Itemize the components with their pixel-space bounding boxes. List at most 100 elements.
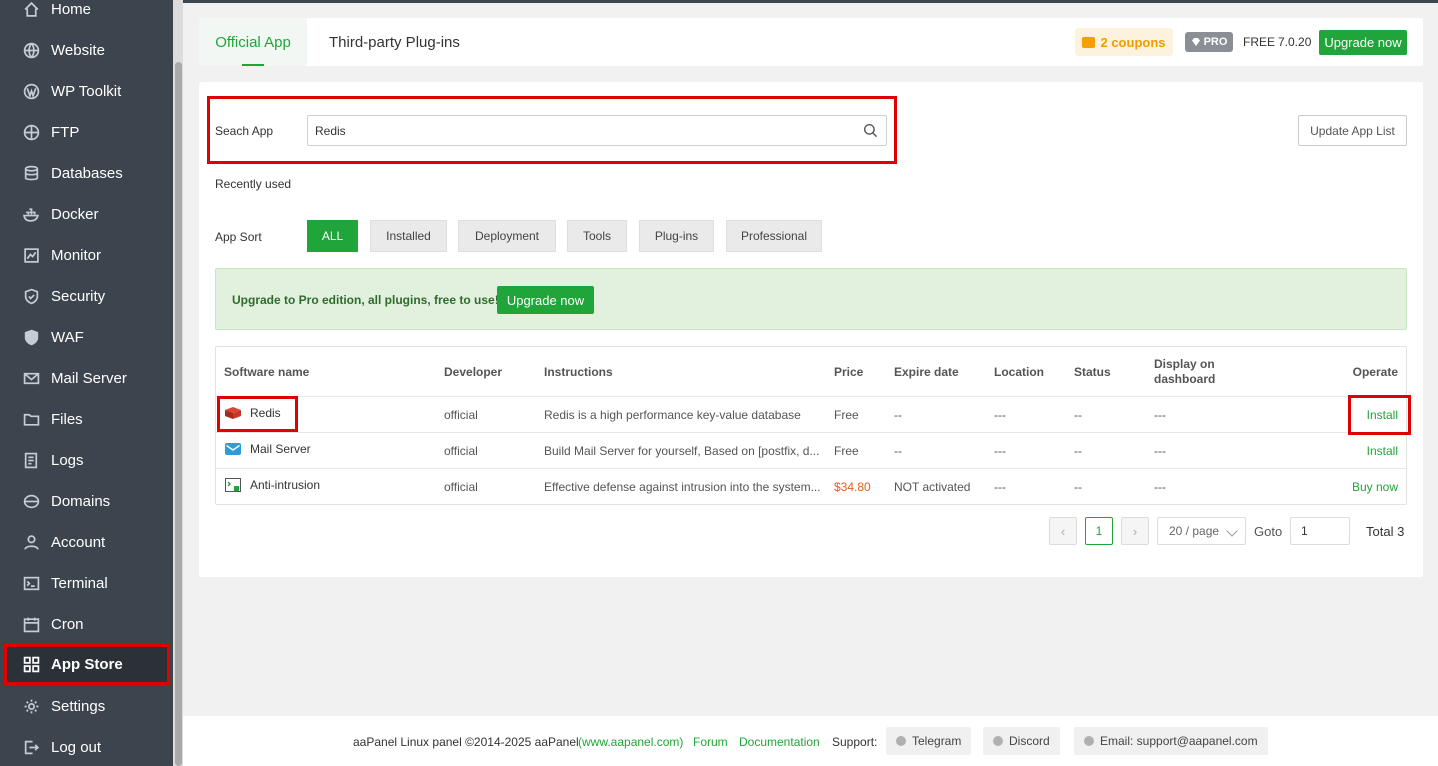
sidebar-item-label: WAF xyxy=(51,329,84,346)
sidebar-item-label: Terminal xyxy=(51,575,108,592)
sidebar-item-cron[interactable]: Cron xyxy=(4,604,170,645)
sidebar-item-domains[interactable]: Domains xyxy=(4,481,170,522)
tab-label: Official App xyxy=(215,33,291,51)
calendar-icon xyxy=(22,616,40,634)
column-header-developer: Developer xyxy=(444,365,503,379)
tab-official-app[interactable]: Official App xyxy=(199,18,307,66)
sidebar-item-logs[interactable]: Logs xyxy=(4,440,170,481)
update-app-list-button[interactable]: Update App List xyxy=(1298,115,1407,146)
pro-badge[interactable]: PRO xyxy=(1185,32,1233,52)
sidebar-item-website[interactable]: Website xyxy=(4,30,170,71)
software-name-cell: Mail Server xyxy=(224,431,311,467)
sidebar-scrollbar-thumb[interactable] xyxy=(175,62,182,766)
display-cell: --- xyxy=(1154,480,1166,494)
recently-used-label: Recently used xyxy=(215,177,292,191)
sidebar-item-label: Log out xyxy=(51,739,102,756)
sidebar-item-wp-toolkit[interactable]: WP Toolkit xyxy=(4,71,170,112)
page-size-select[interactable]: 20 / page xyxy=(1157,517,1246,545)
sort-professional-button[interactable]: Professional xyxy=(726,220,822,252)
sidebar-item-monitor[interactable]: Monitor xyxy=(4,235,170,276)
pro-label: PRO xyxy=(1203,36,1228,48)
coupons-label: 2 coupons xyxy=(1100,34,1166,50)
terminal-icon xyxy=(22,575,40,593)
price-cell: Free xyxy=(834,444,859,458)
tab-third-party-plugins[interactable]: Third-party Plug-ins xyxy=(329,18,460,66)
sidebar-item-security[interactable]: Security xyxy=(4,276,170,317)
chevron-down-icon xyxy=(1226,525,1238,537)
upgrade-now-button[interactable]: Upgrade now xyxy=(1319,30,1407,55)
footer-forum-link[interactable]: Forum xyxy=(693,735,728,749)
software-name: Mail Server xyxy=(250,442,311,456)
sidebar-item-label: Logs xyxy=(51,452,84,469)
sidebar-item-settings[interactable]: Settings xyxy=(4,686,170,727)
table-row[interactable]: Anti-intrusion official Effective defens… xyxy=(216,468,1406,504)
location-cell: --- xyxy=(994,444,1006,458)
footer-discord-button[interactable]: Discord xyxy=(983,727,1060,755)
price-cell: $34.80 xyxy=(834,480,871,494)
developer-cell: official xyxy=(444,408,478,422)
sidebar-item-label: FTP xyxy=(51,124,80,141)
footer-site-link[interactable]: (www.aapanel.com) xyxy=(578,735,683,749)
app-table: Software name Developer Instructions Pri… xyxy=(215,346,1407,505)
column-header-operate: Operate xyxy=(1352,365,1398,379)
discord-icon xyxy=(993,736,1003,746)
wordpress-icon xyxy=(22,83,40,101)
sidebar-item-ftp[interactable]: FTP xyxy=(4,112,170,153)
promo-upgrade-button[interactable]: Upgrade now xyxy=(497,286,594,314)
buy-now-button[interactable]: Buy now xyxy=(1352,469,1398,505)
column-header-status: Status xyxy=(1074,365,1111,379)
sort-plugins-button[interactable]: Plug-ins xyxy=(639,220,714,252)
sidebar-item-mail-server[interactable]: Mail Server xyxy=(4,358,170,399)
sidebar-item-label: Mail Server xyxy=(51,370,127,387)
mail-icon xyxy=(22,370,40,388)
footer-email-button[interactable]: Email: support@aapanel.com xyxy=(1074,727,1268,755)
next-page-button[interactable]: › xyxy=(1121,517,1149,545)
install-button[interactable]: Install xyxy=(1367,433,1398,469)
monitor-icon xyxy=(22,247,40,265)
sidebar-item-log-out[interactable]: Log out xyxy=(4,727,170,766)
sidebar-item-terminal[interactable]: Terminal xyxy=(4,563,170,604)
sidebar-item-waf[interactable]: WAF xyxy=(4,317,170,358)
sort-deployment-button[interactable]: Deployment xyxy=(458,220,556,252)
promo-text: Upgrade to Pro edition, all plugins, fre… xyxy=(232,293,499,307)
sidebar-item-label: Files xyxy=(51,411,83,428)
folder-icon xyxy=(22,411,40,429)
footer-documentation-link[interactable]: Documentation xyxy=(739,735,820,749)
upgrade-promo-banner: Upgrade to Pro edition, all plugins, fre… xyxy=(215,268,1407,330)
email-label: Email: support@aapanel.com xyxy=(1100,734,1258,748)
sidebar-item-app-store[interactable]: App Store xyxy=(4,644,170,685)
column-header-location: Location xyxy=(994,365,1044,379)
goto-label: Goto xyxy=(1254,524,1283,539)
sidebar-item-label: Monitor xyxy=(51,247,102,264)
sort-all-button[interactable]: ALL xyxy=(307,220,358,252)
goto-page-input[interactable] xyxy=(1290,517,1350,545)
ftp-globe-icon xyxy=(22,124,40,142)
column-header-instructions: Instructions xyxy=(544,365,613,379)
expire-date-cell: -- xyxy=(894,444,902,458)
sidebar-item-docker[interactable]: Docker xyxy=(4,194,170,235)
sidebar-item-files[interactable]: Files xyxy=(4,399,170,440)
sidebar-item-account[interactable]: Account xyxy=(4,522,170,563)
header-line: Display on xyxy=(1154,357,1215,371)
prev-page-button[interactable]: ‹ xyxy=(1049,517,1077,545)
display-cell: --- xyxy=(1154,408,1166,422)
sort-tools-button[interactable]: Tools xyxy=(567,220,627,252)
sidebar-item-home[interactable]: Home xyxy=(4,0,170,30)
coupons-badge[interactable]: 2 coupons xyxy=(1075,28,1173,56)
sidebar: Home Website WP Toolkit FTP Databases Do… xyxy=(0,0,173,766)
column-header-price: Price xyxy=(834,365,864,379)
footer-copyright: aaPanel Linux panel ©2014-2025 aaPanel xyxy=(353,735,579,749)
footer-telegram-button[interactable]: Telegram xyxy=(886,727,972,755)
software-name-cell: Anti-intrusion xyxy=(224,467,320,503)
top-border xyxy=(183,0,1438,3)
column-header-display-on-dashboard: Display on dashboard xyxy=(1154,347,1215,397)
sort-installed-button[interactable]: Installed xyxy=(370,220,447,252)
table-row[interactable]: Redis official Redis is a high performan… xyxy=(216,396,1406,432)
location-cell: --- xyxy=(994,408,1006,422)
instructions-cell: Effective defense against intrusion into… xyxy=(544,480,821,494)
sidebar-item-databases[interactable]: Databases xyxy=(4,153,170,194)
header-line: dashboard xyxy=(1154,372,1216,386)
table-row[interactable]: Mail Server official Build Mail Server f… xyxy=(216,432,1406,468)
page-number-button[interactable]: 1 xyxy=(1085,517,1113,545)
status-cell: -- xyxy=(1074,444,1082,458)
